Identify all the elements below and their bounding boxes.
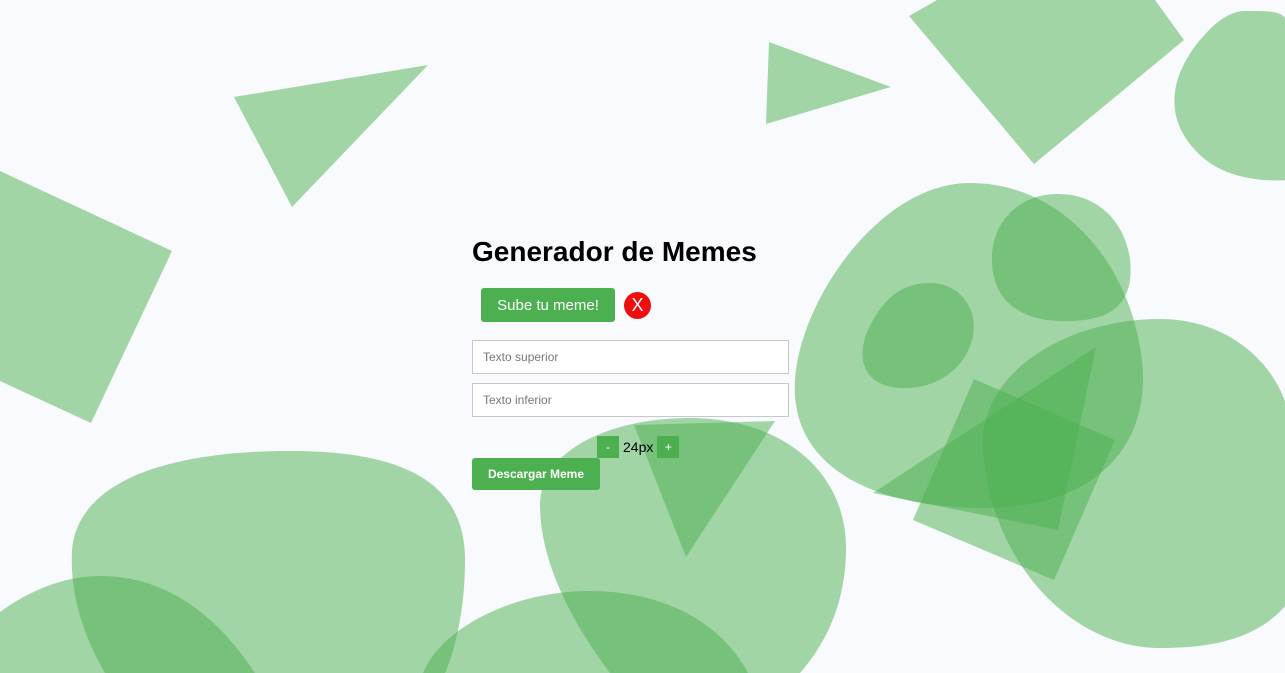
page-title: Generador de Memes (472, 236, 757, 267)
font-size-value: 24px (623, 439, 654, 455)
upload-meme-button[interactable]: Sube tu meme! (481, 288, 615, 322)
bg-blob (1174, 11, 1285, 181)
top-text-input[interactable] (472, 340, 789, 374)
font-size-control: - 24px + (597, 436, 680, 458)
bottom-text-input[interactable] (472, 383, 789, 417)
download-meme-button[interactable]: Descargar Meme (472, 458, 600, 490)
meme-generator-panel: Generador de Memes Sube tu meme! X - 24p… (472, 232, 802, 490)
bg-triangle (234, 65, 428, 207)
bg-triangle (766, 42, 891, 124)
upload-row: Sube tu meme! X (481, 288, 651, 322)
bg-square (909, 0, 1184, 164)
increase-font-size-button[interactable]: + (657, 436, 680, 458)
background-shapes (0, 0, 1285, 673)
bg-blob (991, 194, 1131, 322)
decrease-font-size-button[interactable]: - (597, 436, 619, 458)
clear-image-button[interactable]: X (624, 291, 651, 319)
bg-square (0, 171, 172, 423)
